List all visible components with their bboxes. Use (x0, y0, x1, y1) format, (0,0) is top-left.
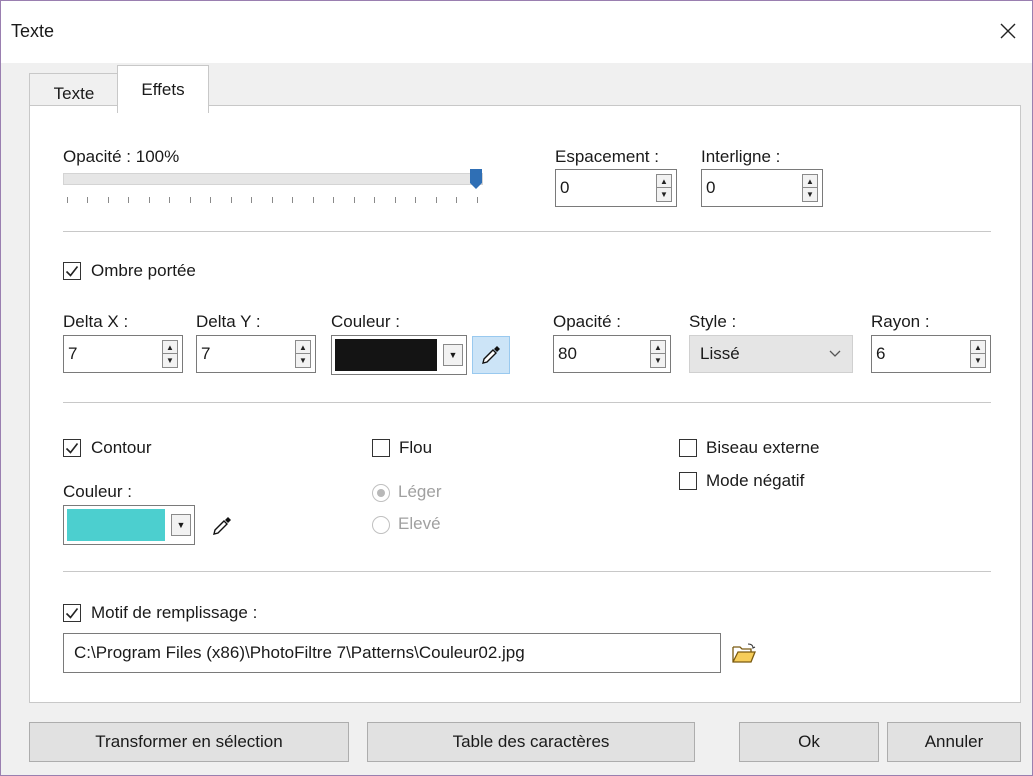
shadow-opacity-value: 80 (558, 344, 577, 363)
outline-color-swatch (67, 509, 165, 541)
opacity-slider-thumb[interactable] (470, 169, 482, 189)
line-spacing-label: Interligne : (701, 147, 781, 166)
shadow-opacity-up-arrow-icon[interactable]: ▲ (651, 341, 665, 354)
fill-pattern-checkbox[interactable] (63, 604, 81, 622)
transform-button-label: Transformer en sélection (95, 732, 283, 751)
eyedropper-icon (482, 346, 500, 364)
cancel-button[interactable]: Annuler (887, 722, 1021, 762)
blur-checkbox[interactable] (372, 439, 390, 457)
separator (63, 571, 991, 572)
title-bar: Texte (1, 1, 1032, 63)
delta-x-value: 7 (68, 344, 78, 363)
fill-pattern-label: Motif de remplissage : (91, 603, 258, 622)
line-spacing-spinner[interactable]: 0 ▲ ▼ (701, 169, 823, 207)
spacing-label: Espacement : (555, 147, 659, 166)
outline-eyedropper-button[interactable] (203, 507, 241, 545)
outline-color-label: Couleur : (63, 482, 132, 501)
outline-color-picker[interactable]: ▼ (63, 505, 195, 545)
negative-checkbox[interactable] (679, 472, 697, 490)
opacity-slider-ticks (67, 197, 479, 203)
delta-y-spinner[interactable]: 7 ▲ ▼ (196, 335, 316, 373)
spacing-up-arrow-icon[interactable]: ▲ (657, 175, 671, 188)
open-folder-button[interactable] (725, 635, 763, 673)
line-spacing-value: 0 (706, 178, 716, 197)
spacing-spinner[interactable]: 0 ▲ ▼ (555, 169, 677, 207)
shadow-eyedropper-button[interactable] (472, 336, 510, 374)
shadow-opacity-down-arrow-icon[interactable]: ▼ (651, 354, 665, 367)
pattern-path-field[interactable]: C:\Program Files (x86)\PhotoFiltre 7\Pat… (63, 633, 721, 673)
outline-checkbox[interactable] (63, 439, 81, 457)
charmap-button-label: Table des caractères (452, 732, 610, 751)
delta-y-value: 7 (201, 344, 211, 363)
delta-x-up-arrow-icon[interactable]: ▲ (163, 341, 177, 354)
pattern-path-value: C:\Program Files (x86)\PhotoFiltre 7\Pat… (74, 643, 525, 662)
style-value: Lissé (700, 344, 740, 363)
delta-x-down-arrow-icon[interactable]: ▼ (163, 354, 177, 367)
tab-effets-label: Effets (141, 79, 185, 99)
style-dropdown[interactable]: Lissé (689, 335, 853, 373)
blur-high-radio[interactable] (372, 516, 390, 534)
check-icon (65, 266, 79, 277)
shadow-color-picker[interactable]: ▼ (331, 335, 467, 375)
bevel-checkbox[interactable] (679, 439, 697, 457)
transform-to-selection-button[interactable]: Transformer en sélection (29, 722, 349, 762)
check-icon (65, 443, 79, 454)
character-table-button[interactable]: Table des caractères (367, 722, 695, 762)
shadow-label: Ombre portée (91, 261, 196, 280)
cancel-button-label: Annuler (924, 732, 984, 751)
window-title: Texte (11, 21, 55, 41)
line-spacing-up-arrow-icon[interactable]: ▲ (803, 175, 817, 188)
radius-up-arrow-icon[interactable]: ▲ (971, 341, 985, 354)
close-icon (1000, 23, 1016, 39)
delta-y-label: Delta Y : (196, 312, 261, 331)
delta-x-spinner[interactable]: 7 ▲ ▼ (63, 335, 183, 373)
bevel-label: Biseau externe (706, 438, 820, 457)
chevron-down-icon[interactable]: ▼ (443, 344, 463, 366)
style-label: Style : (689, 312, 737, 331)
radius-spinner[interactable]: 6 ▲ ▼ (871, 335, 991, 373)
chevron-down-icon (829, 350, 841, 357)
ok-button-label: Ok (798, 732, 820, 751)
shadow-opacity-spinner[interactable]: 80 ▲ ▼ (553, 335, 671, 373)
check-icon (65, 608, 79, 619)
chevron-down-icon[interactable]: ▼ (171, 514, 191, 536)
shadow-checkbox[interactable] (63, 262, 81, 280)
delta-y-down-arrow-icon[interactable]: ▼ (296, 354, 310, 367)
radius-label: Rayon : (871, 312, 930, 331)
negative-label: Mode négatif (706, 471, 805, 490)
radius-down-arrow-icon[interactable]: ▼ (971, 354, 985, 367)
tab-effets[interactable]: Effets (117, 65, 209, 113)
open-folder-icon (732, 643, 756, 663)
spacing-value: 0 (560, 178, 570, 197)
opacity-label: Opacité : 100% (63, 147, 180, 166)
blur-label: Flou (399, 438, 433, 457)
shadow-color-swatch (335, 339, 437, 371)
radius-value: 6 (876, 344, 886, 363)
opacity-slider-track[interactable] (63, 173, 483, 185)
tab-texte-label: Texte (53, 83, 95, 103)
eyedropper-icon (213, 517, 231, 535)
blur-high-label: Elevé (398, 514, 441, 533)
shadow-color-label: Couleur : (331, 312, 400, 331)
spacing-down-arrow-icon[interactable]: ▼ (657, 188, 671, 201)
blur-light-label: Léger (398, 482, 442, 501)
delta-x-label: Delta X : (63, 312, 129, 331)
blur-light-radio[interactable] (372, 484, 390, 502)
shadow-opacity-label: Opacité : (553, 312, 622, 331)
delta-y-up-arrow-icon[interactable]: ▲ (296, 341, 310, 354)
outline-label: Contour (91, 438, 152, 457)
line-spacing-down-arrow-icon[interactable]: ▼ (803, 188, 817, 201)
ok-button[interactable]: Ok (739, 722, 879, 762)
text-dialog: Texte Texte Effets Opacité : 100% Espace… (0, 0, 1033, 776)
separator (63, 402, 991, 403)
separator (63, 231, 991, 232)
close-button[interactable] (990, 15, 1026, 47)
